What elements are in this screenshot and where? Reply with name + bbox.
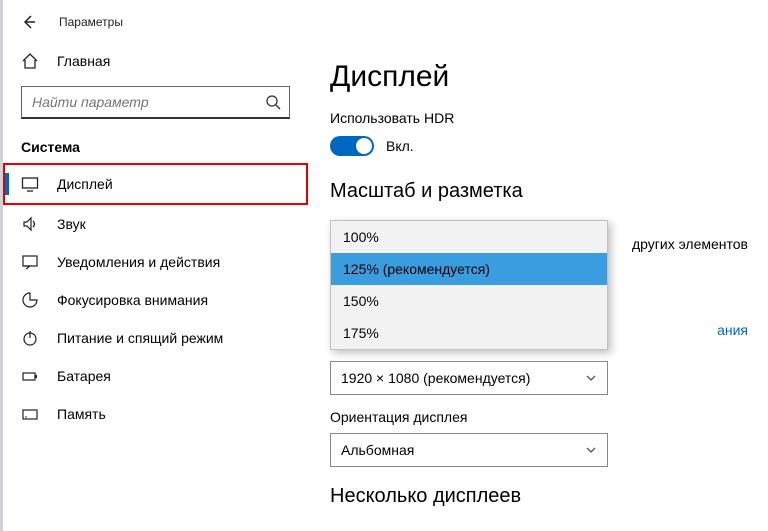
search-input-box[interactable] bbox=[21, 86, 290, 119]
home-label: Главная bbox=[57, 53, 110, 69]
sidebar-item-storage[interactable]: Память bbox=[3, 395, 308, 433]
hdr-state: Вкл. bbox=[386, 138, 414, 154]
resolution-select[interactable]: 1920 × 1080 (рекомендуется) bbox=[330, 361, 608, 395]
sidebar-item-label: Питание и спящий режим bbox=[57, 330, 223, 346]
scale-option-100[interactable]: 100% bbox=[331, 221, 607, 253]
home-nav[interactable]: Главная bbox=[3, 42, 308, 80]
scale-option-125[interactable]: 125% (рекомендуется) bbox=[331, 253, 607, 285]
active-indicator bbox=[5, 173, 9, 195]
content-pane: Дисплей Использовать HDR Вкл. Масштаб и … bbox=[308, 0, 768, 531]
sidebar-item-label: Память bbox=[57, 406, 106, 422]
scale-dropdown-open[interactable]: 100% 125% (рекомендуется) 150% 175% bbox=[330, 220, 608, 350]
scale-hint-fragment: других элементов bbox=[632, 236, 748, 252]
sidebar-item-display[interactable]: Дисплей bbox=[3, 163, 308, 205]
sidebar-section-title: Система bbox=[3, 131, 308, 163]
notifications-icon bbox=[21, 253, 39, 271]
sidebar: Параметры Главная Система Ди bbox=[3, 0, 308, 531]
display-icon bbox=[21, 175, 39, 193]
scale-option-175[interactable]: 175% bbox=[331, 317, 607, 349]
sound-icon bbox=[21, 215, 39, 233]
sidebar-item-power[interactable]: Питание и спящий режим bbox=[3, 319, 308, 357]
app-title: Параметры bbox=[59, 15, 123, 29]
search-icon bbox=[265, 94, 281, 110]
focus-icon bbox=[21, 291, 39, 309]
sidebar-item-battery[interactable]: Батарея bbox=[3, 357, 308, 395]
hdr-toggle[interactable] bbox=[330, 136, 374, 156]
orientation-value: Альбомная bbox=[341, 442, 414, 458]
page-title: Дисплей bbox=[330, 60, 748, 94]
scale-option-150[interactable]: 150% bbox=[331, 285, 607, 317]
sidebar-item-label: Уведомления и действия bbox=[57, 254, 220, 270]
sidebar-item-sound[interactable]: Звук bbox=[3, 205, 308, 243]
advanced-link-fragment[interactable]: ания bbox=[717, 322, 748, 338]
sidebar-item-label: Батарея bbox=[57, 368, 111, 384]
hdr-label: Использовать HDR bbox=[330, 110, 748, 126]
search-input[interactable] bbox=[30, 93, 265, 111]
chevron-down-icon bbox=[585, 372, 597, 384]
sidebar-item-notifications[interactable]: Уведомления и действия bbox=[3, 243, 308, 281]
sidebar-item-label: Дисплей bbox=[57, 176, 113, 192]
sidebar-item-focus[interactable]: Фокусировка внимания bbox=[3, 281, 308, 319]
resolution-value: 1920 × 1080 (рекомендуется) bbox=[341, 370, 530, 386]
home-icon bbox=[21, 52, 39, 70]
orientation-label: Ориентация дисплея bbox=[330, 409, 748, 425]
chevron-down-icon bbox=[585, 444, 597, 456]
sidebar-item-label: Звук bbox=[57, 216, 86, 232]
back-arrow-icon[interactable] bbox=[21, 14, 37, 30]
sidebar-item-label: Фокусировка внимания bbox=[57, 292, 208, 308]
battery-icon bbox=[21, 367, 39, 385]
storage-icon bbox=[21, 405, 39, 423]
scale-heading: Масштаб и разметка bbox=[330, 180, 748, 203]
multi-display-heading: Несколько дисплеев bbox=[330, 485, 748, 508]
power-icon bbox=[21, 329, 39, 347]
orientation-select[interactable]: Альбомная bbox=[330, 433, 608, 467]
